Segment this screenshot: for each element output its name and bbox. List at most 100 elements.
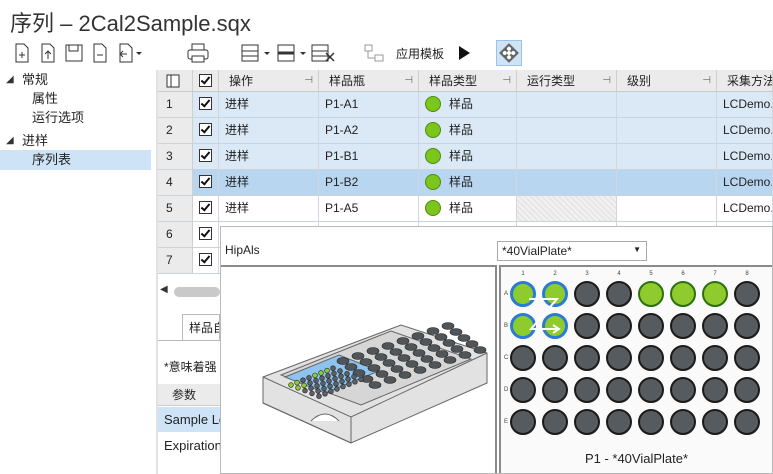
vial-well-E8[interactable] bbox=[734, 409, 760, 435]
column-header-vial[interactable]: 样品瓶 ⊣ bbox=[319, 70, 419, 92]
fill-down-button[interactable] bbox=[240, 40, 272, 66]
level-cell[interactable] bbox=[617, 144, 717, 170]
nav-item-properties[interactable]: 属性 bbox=[32, 89, 58, 109]
table-row[interactable]: 2 进样P1-A2 样品 LCDemo.a bbox=[158, 118, 773, 144]
row-checkbox-cell[interactable] bbox=[193, 196, 219, 222]
horizontal-scrollbar[interactable]: ◀ bbox=[158, 284, 220, 300]
vial-well-E2[interactable] bbox=[542, 409, 568, 435]
param-row[interactable]: Expiration bbox=[158, 433, 220, 458]
vial-well-C7[interactable] bbox=[702, 345, 728, 371]
column-header-level[interactable]: 级别 ⊣ bbox=[617, 70, 717, 92]
nav-item-sequence-table[interactable]: 序列表 bbox=[0, 150, 151, 170]
table-row[interactable]: 1 进样P1-A1 样品 LCDemo.a bbox=[158, 92, 773, 118]
level-cell[interactable] bbox=[617, 118, 717, 144]
sample-type-cell[interactable]: 样品 bbox=[419, 92, 517, 118]
scrollbar-thumb[interactable] bbox=[174, 287, 220, 297]
vial-plate-button[interactable] bbox=[496, 40, 522, 66]
acq-method-cell[interactable]: LCDemo.a bbox=[717, 170, 773, 196]
row-checkbox-cell[interactable] bbox=[193, 92, 219, 118]
vial-well-C5[interactable] bbox=[638, 345, 664, 371]
vial-well-D4[interactable] bbox=[606, 377, 632, 403]
vial-well-C3[interactable] bbox=[574, 345, 600, 371]
vial-cell[interactable]: P1-A2 bbox=[319, 118, 419, 144]
vial-well-A3[interactable] bbox=[574, 281, 600, 307]
run-type-cell[interactable] bbox=[517, 92, 617, 118]
vial-well-A7[interactable] bbox=[702, 281, 728, 307]
plate-select[interactable]: *40VialPlate* ▼ bbox=[497, 241, 647, 261]
row-checkbox-cell[interactable] bbox=[193, 170, 219, 196]
vial-well-A6[interactable] bbox=[670, 281, 696, 307]
vial-well-D2[interactable] bbox=[542, 377, 568, 403]
run-button[interactable] bbox=[454, 40, 474, 66]
row-checkbox[interactable] bbox=[199, 175, 212, 188]
pin-icon[interactable]: ⊣ bbox=[702, 70, 711, 91]
row-checkbox[interactable] bbox=[199, 123, 212, 136]
vial-well-E3[interactable] bbox=[574, 409, 600, 435]
vial-well-E7[interactable] bbox=[702, 409, 728, 435]
vial-well-A4[interactable] bbox=[606, 281, 632, 307]
action-cell[interactable]: 进样 bbox=[219, 144, 319, 170]
vial-well-D6[interactable] bbox=[670, 377, 696, 403]
level-cell[interactable] bbox=[617, 196, 717, 222]
pin-icon[interactable]: ⊣ bbox=[502, 70, 511, 91]
nav-item-run-options[interactable]: 运行选项 bbox=[32, 108, 84, 128]
apply-template-button[interactable]: 应用模板 bbox=[392, 40, 448, 66]
nav-group-injection[interactable]: ◢ 进样 bbox=[0, 131, 150, 151]
row-checkbox-cell[interactable] bbox=[193, 248, 219, 274]
action-cell[interactable]: 进样 bbox=[219, 170, 319, 196]
level-cell[interactable] bbox=[617, 170, 717, 196]
vial-well-C4[interactable] bbox=[606, 345, 632, 371]
pin-icon[interactable]: ⊣ bbox=[602, 70, 611, 91]
row-checkbox-cell[interactable] bbox=[193, 118, 219, 144]
vial-cell[interactable]: P1-A5 bbox=[319, 196, 419, 222]
action-cell[interactable]: 进样 bbox=[219, 118, 319, 144]
vial-cell[interactable]: P1-B1 bbox=[319, 144, 419, 170]
column-header-run-type[interactable]: 运行类型 ⊣ bbox=[517, 70, 617, 92]
acq-method-cell[interactable]: LCDemo.a bbox=[717, 144, 773, 170]
row-checkbox[interactable] bbox=[199, 201, 212, 214]
vial-well-E6[interactable] bbox=[670, 409, 696, 435]
vial-cell[interactable]: P1-B2 bbox=[319, 170, 419, 196]
vial-well-B5[interactable] bbox=[638, 313, 664, 339]
move-rows-button[interactable] bbox=[276, 40, 308, 66]
row-checkbox[interactable] bbox=[199, 253, 212, 266]
column-header-acq-method[interactable]: 采集方法 bbox=[717, 70, 773, 92]
action-cell[interactable]: 进样 bbox=[219, 196, 319, 222]
table-row[interactable]: 4 进样P1-B2 样品 LCDemo.a bbox=[158, 170, 773, 196]
import-dropdown-button[interactable] bbox=[116, 40, 144, 66]
vial-well-B4[interactable] bbox=[606, 313, 632, 339]
level-cell[interactable] bbox=[617, 92, 717, 118]
scroll-left-icon[interactable]: ◀ bbox=[160, 284, 168, 295]
row-checkbox[interactable] bbox=[199, 227, 212, 240]
param-row[interactable]: Sample Lo bbox=[158, 407, 220, 432]
vial-well-E4[interactable] bbox=[606, 409, 632, 435]
delete-row-button[interactable] bbox=[90, 40, 110, 66]
tab-sample[interactable]: 样品自 bbox=[182, 314, 220, 340]
new-row-button[interactable] bbox=[12, 40, 32, 66]
vial-well-D1[interactable] bbox=[510, 377, 536, 403]
select-all-header[interactable] bbox=[193, 70, 219, 92]
vial-well-D5[interactable] bbox=[638, 377, 664, 403]
table-row[interactable]: 3 进样P1-B1 样品 LCDemo.a bbox=[158, 144, 773, 170]
row-checkbox-cell[interactable] bbox=[193, 222, 219, 248]
vial-well-D7[interactable] bbox=[702, 377, 728, 403]
run-type-cell[interactable] bbox=[517, 170, 617, 196]
column-header-sample-type[interactable]: 样品类型 ⊣ bbox=[419, 70, 517, 92]
vial-well-D3[interactable] bbox=[574, 377, 600, 403]
vial-well-A8[interactable] bbox=[734, 281, 760, 307]
vial-well-B7[interactable] bbox=[702, 313, 728, 339]
vial-cell[interactable]: P1-A1 bbox=[319, 92, 419, 118]
pin-icon[interactable]: ⊣ bbox=[404, 70, 413, 91]
row-checkbox[interactable] bbox=[199, 97, 212, 110]
vial-well-E1[interactable] bbox=[510, 409, 536, 435]
select-all-checkbox[interactable] bbox=[199, 74, 212, 87]
action-cell[interactable]: 进样 bbox=[219, 92, 319, 118]
column-chooser-header[interactable] bbox=[158, 70, 193, 92]
table-row[interactable]: 5 进样P1-A5 样品 LCDemo.a bbox=[158, 196, 773, 222]
row-checkbox[interactable] bbox=[199, 149, 212, 162]
vial-well-B3[interactable] bbox=[574, 313, 600, 339]
template-tree-button[interactable] bbox=[362, 40, 386, 66]
row-checkbox-cell[interactable] bbox=[193, 144, 219, 170]
acq-method-cell[interactable]: LCDemo.a bbox=[717, 118, 773, 144]
sample-type-cell[interactable]: 样品 bbox=[419, 144, 517, 170]
